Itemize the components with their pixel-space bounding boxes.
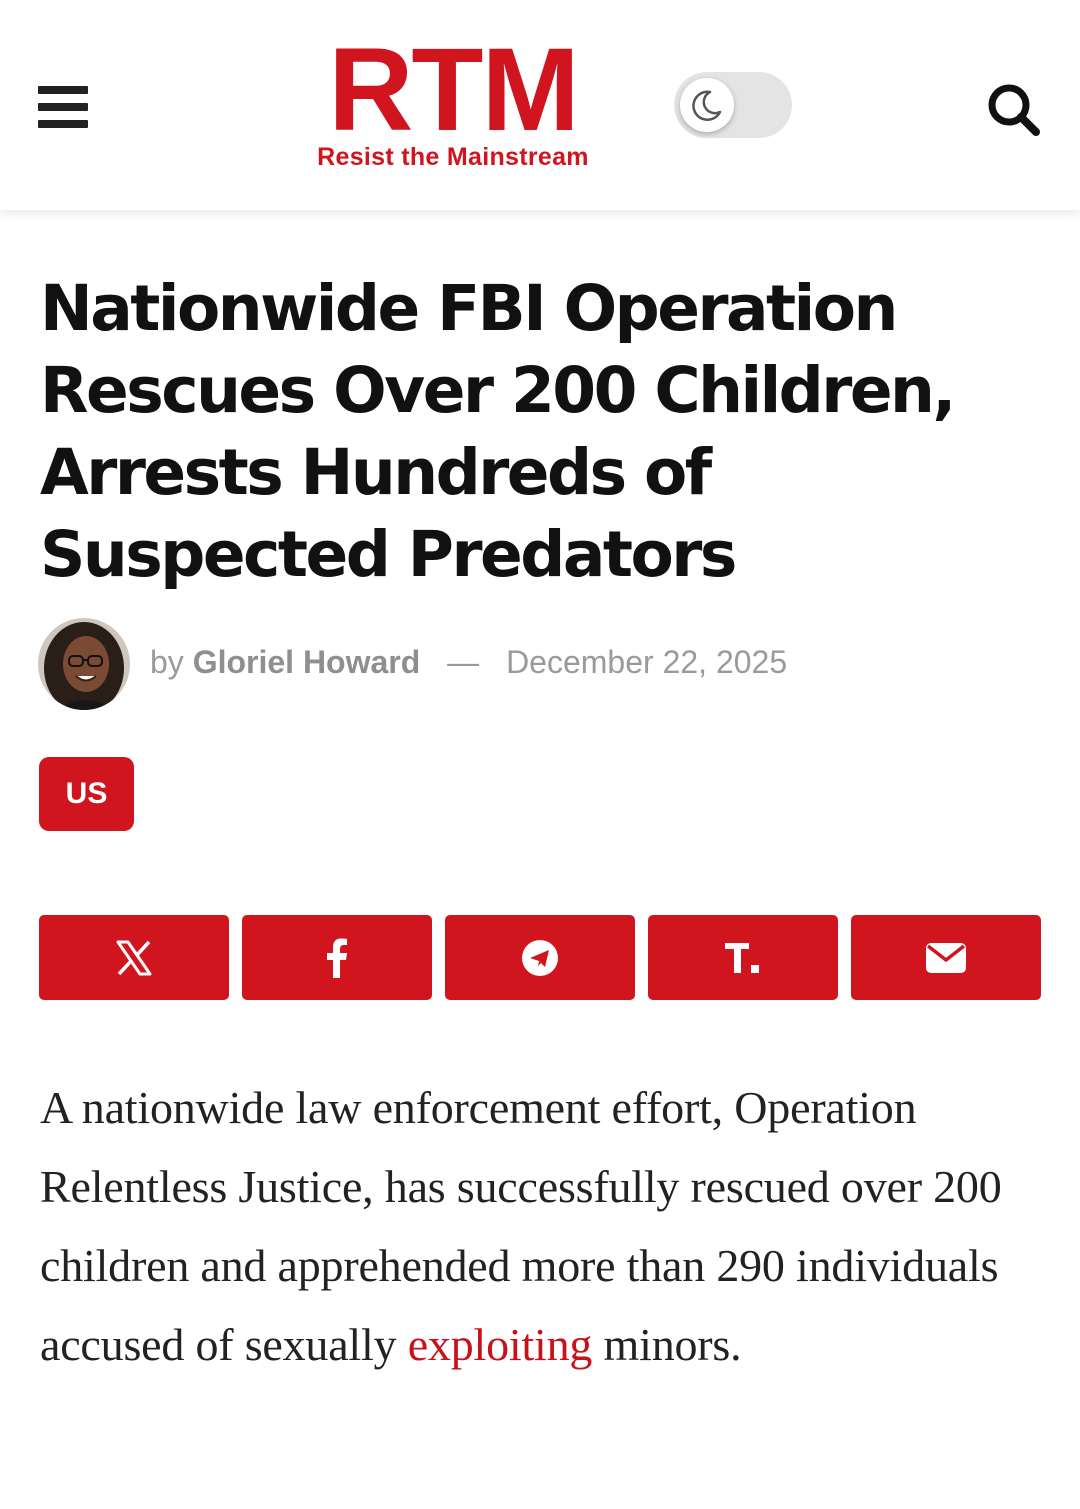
article-body: A nationwide law enforcement effort, Ope…	[40, 1068, 1050, 1384]
x-icon	[116, 940, 152, 975]
moon-icon	[692, 90, 722, 122]
toggle-knob	[680, 78, 734, 132]
site-logo[interactable]: RTM Resist the Mainstream	[298, 24, 608, 171]
byline-separator: —	[447, 644, 480, 680]
share-facebook-button[interactable]	[242, 915, 432, 1000]
logo-text: RTM	[328, 24, 580, 156]
exploiting-link[interactable]: exploiting	[408, 1319, 593, 1370]
article-title: Nationwide FBI Operation Rescues Over 20…	[40, 272, 956, 591]
facebook-icon	[327, 938, 347, 978]
byline-prefix: by	[150, 644, 184, 680]
author-link[interactable]: Gloriel Howard	[193, 644, 421, 680]
publish-date: December 22, 2025	[506, 644, 788, 680]
share-telegram-button[interactable]	[445, 915, 635, 1000]
search-icon[interactable]	[984, 80, 1044, 140]
share-email-button[interactable]	[851, 915, 1041, 1000]
category-tag[interactable]: US	[39, 757, 134, 831]
author-avatar[interactable]	[38, 618, 130, 710]
hamburger-menu-icon[interactable]	[38, 84, 90, 130]
telegram-icon	[522, 939, 558, 976]
byline: by Gloriel Howard — December 22, 2025	[150, 644, 787, 681]
dark-mode-toggle[interactable]	[674, 72, 792, 138]
share-x-button[interactable]	[39, 915, 229, 1000]
logo-tagline: Resist the Mainstream	[317, 143, 589, 171]
site-header: RTM Resist the Mainstream	[0, 0, 1080, 210]
truth-social-icon	[725, 942, 759, 973]
share-truth-social-button[interactable]	[648, 915, 838, 1000]
body-text-end: minors.	[592, 1319, 742, 1370]
email-icon	[926, 942, 966, 973]
article-meta: by Gloriel Howard — December 22, 2025	[38, 618, 1038, 712]
